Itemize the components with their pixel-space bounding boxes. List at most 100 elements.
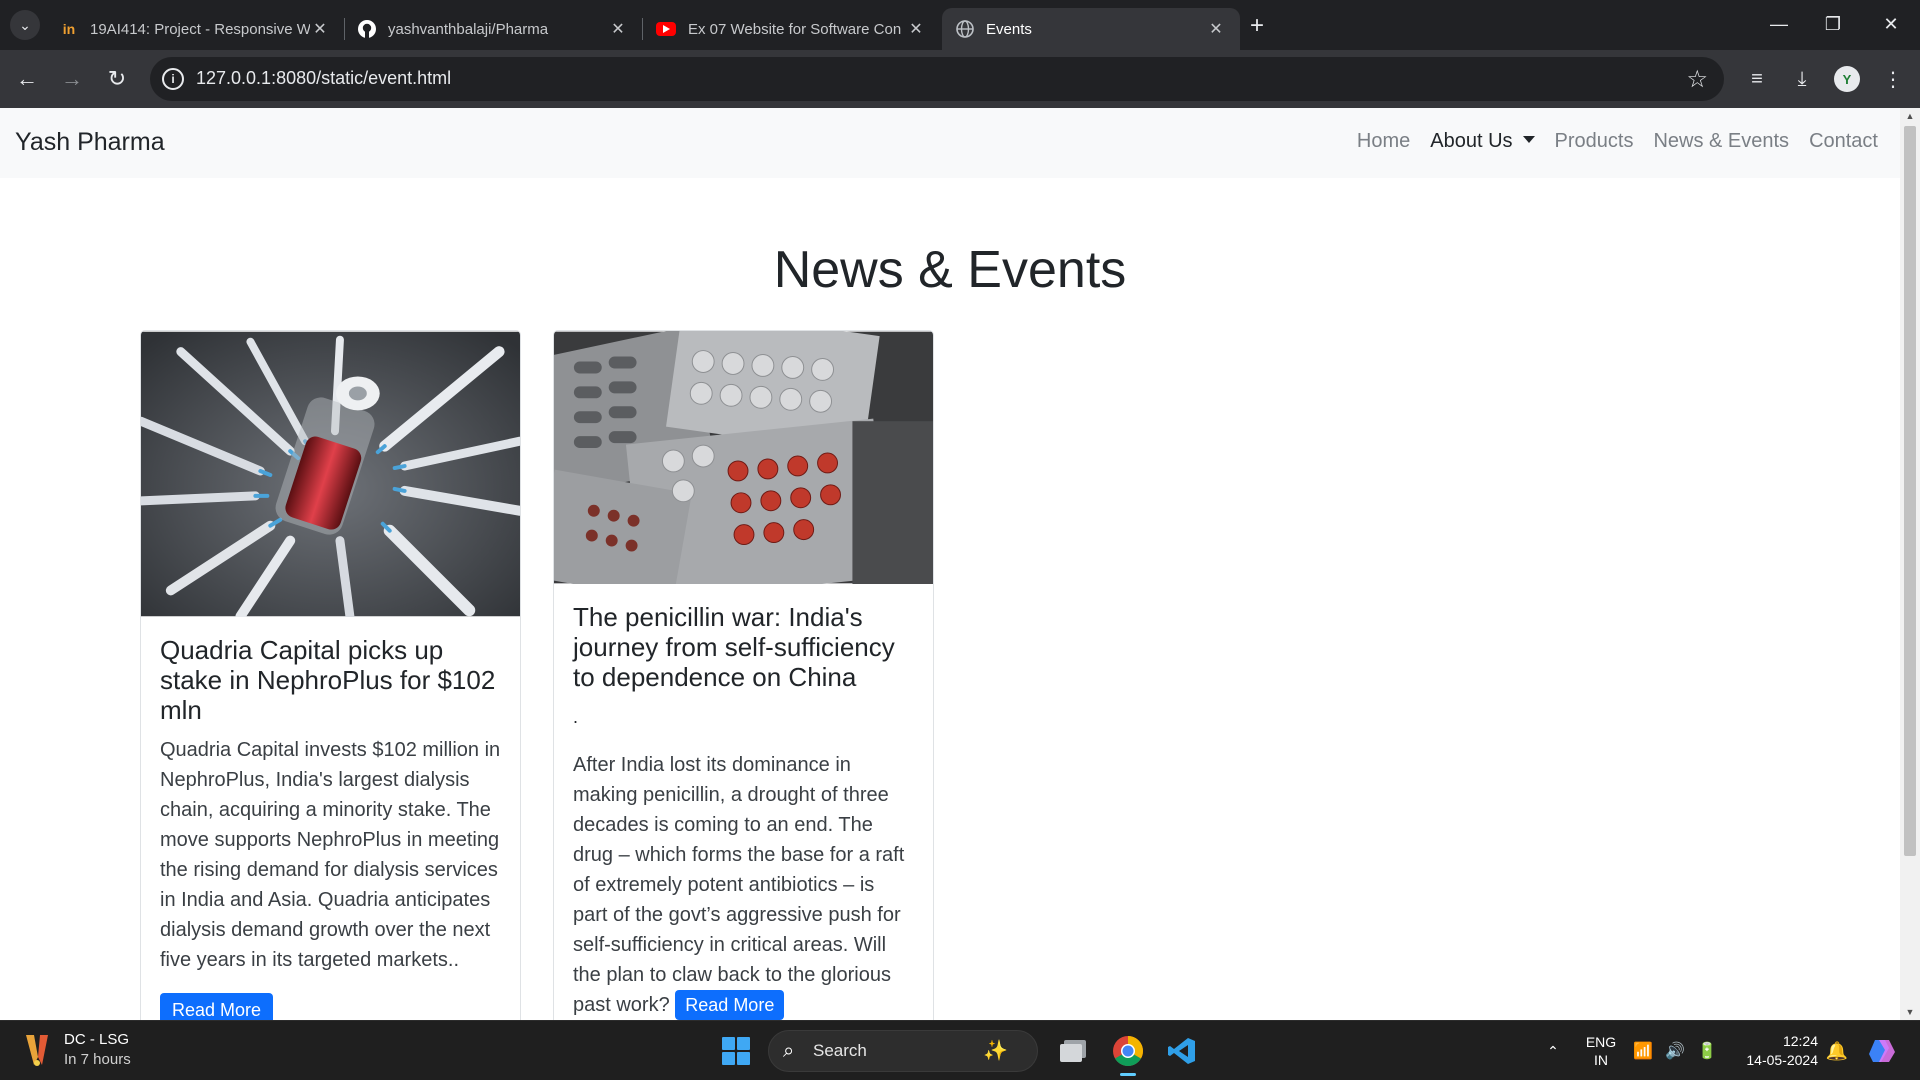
close-icon[interactable]: ✕ — [310, 19, 330, 39]
chrome-icon — [1113, 1036, 1144, 1067]
tab-title: 19AI414: Project - Responsive W — [90, 20, 310, 38]
language-indicator[interactable]: ENG IN — [1578, 1021, 1624, 1080]
widget-title: DC - LSG — [64, 1031, 130, 1048]
address-bar[interactable]: i 127.0.0.1:8080/static/event.html ☆ — [150, 57, 1724, 101]
reload-icon: ↻ — [107, 66, 127, 91]
media-controls-button[interactable]: ≡ — [1742, 64, 1772, 94]
chrome-taskbar-button[interactable] — [1108, 1031, 1148, 1076]
widget-subtitle: In 7 hours — [64, 1051, 131, 1068]
card-text: After India lost its dominance in making… — [573, 750, 914, 1020]
card-body: Quadria Capital picks up stake in Nephro… — [141, 617, 520, 1020]
read-more-button[interactable]: Read More — [675, 990, 785, 1020]
restore-icon: ❐ — [1824, 13, 1842, 34]
search-highlight-icon: ✨ — [983, 1040, 1008, 1062]
news-card-1: Quadria Capital picks up stake in Nephro… — [140, 330, 521, 1020]
tab-search-button[interactable]: ⌄ — [10, 10, 40, 40]
browser-tab-4[interactable]: Events ✕ — [942, 8, 1240, 50]
nav-home[interactable]: Home — [1357, 130, 1410, 153]
copilot-button[interactable] — [1862, 1021, 1902, 1080]
browser-toolbar: ← → ↻ i 127.0.0.1:8080/static/event.html… — [0, 50, 1920, 108]
nav-about-us[interactable]: About Us — [1430, 130, 1535, 153]
youtube-icon — [656, 22, 676, 36]
caret-down-icon — [1522, 136, 1535, 143]
back-button[interactable]: ← — [12, 64, 42, 94]
site-brand[interactable]: Yash Pharma — [15, 128, 165, 157]
clock-date: 14-05-2024 — [1746, 1052, 1818, 1068]
downloads-button[interactable]: ⤓ — [1787, 64, 1817, 94]
vscode-icon — [1168, 1038, 1195, 1064]
show-hidden-icons-button[interactable]: ⌃ — [1536, 1021, 1570, 1080]
language-code: ENG — [1585, 1034, 1617, 1050]
notification-bell-icon[interactable]: 🔔 — [1822, 1021, 1852, 1080]
card-title: Quadria Capital picks up stake in Nephro… — [160, 635, 496, 725]
site-info-icon[interactable]: i — [162, 68, 184, 90]
card-body: The penicillin war: India's journey from… — [554, 584, 933, 1020]
browser-tab-3[interactable]: Ex 07 Website for Software Con ✕ — [642, 8, 940, 50]
task-view-button[interactable] — [1053, 1031, 1093, 1071]
card-text: Quadria Capital invests $102 million in … — [160, 739, 501, 971]
tab-title: yashvanthbalaji/Pharma — [388, 20, 549, 38]
card-text-content: After India lost its dominance in making… — [573, 754, 905, 1016]
close-icon: ✕ — [1883, 13, 1899, 34]
card-separator-dot: . — [573, 707, 579, 727]
tab-title: Events — [986, 20, 1032, 38]
browser-tab-2[interactable]: yashvanthbalaji/Pharma ✕ — [344, 8, 642, 50]
scrollbar-thumb[interactable] — [1904, 126, 1916, 856]
close-icon[interactable]: ✕ — [1206, 19, 1226, 39]
minimize-icon: — — [1770, 13, 1788, 34]
battery-icon: 🔋 — [1696, 1043, 1717, 1060]
search-icon: ⌕ — [783, 1040, 795, 1062]
close-window-button[interactable]: ✕ — [1868, 8, 1914, 40]
page-scrollbar[interactable]: ▲ ▼ — [1900, 108, 1920, 1020]
syringes-vial-photo — [141, 331, 520, 617]
lines-logo-icon: in — [62, 21, 76, 37]
pill-blister-packs-photo — [554, 331, 933, 584]
minimize-button[interactable]: — — [1756, 8, 1802, 40]
tab-title: Ex 07 Website for Software Con — [688, 20, 902, 38]
card-title: The penicillin war: India's journey from… — [573, 602, 895, 692]
bookmark-star-icon[interactable]: ☆ — [1686, 65, 1708, 94]
chevron-down-icon: ⌄ — [19, 16, 31, 33]
page-title: News & Events — [773, 241, 1127, 299]
clock-time: 12:24 — [1782, 1033, 1818, 1049]
windows-start-icon[interactable] — [722, 1037, 750, 1065]
browser-tab-strip: ⌄ in 19AI414: Project - Responsive W ✕ y… — [0, 0, 1920, 50]
url-text[interactable]: 127.0.0.1:8080/static/event.html — [196, 68, 451, 89]
search-label: Search — [813, 1041, 867, 1060]
system-tray-status[interactable]: 📶 🔊 🔋 — [1632, 1021, 1718, 1080]
profile-button[interactable]: Y — [1832, 64, 1862, 94]
wifi-icon: 📶 — [1633, 1043, 1654, 1060]
reload-button[interactable]: ↻ — [102, 64, 132, 94]
chevron-up-icon: ⌃ — [1547, 1042, 1559, 1059]
kebab-menu-icon: ⋮ — [1883, 68, 1903, 91]
arrow-left-icon: ← — [16, 66, 38, 91]
news-card-2: The penicillin war: India's journey from… — [553, 330, 934, 1020]
taskbar-search[interactable]: ⌕ Search ✨ — [768, 1030, 1038, 1072]
copilot-icon — [1869, 1040, 1895, 1062]
new-tab-button[interactable]: + — [1243, 12, 1271, 40]
arrow-right-icon: → — [61, 66, 83, 91]
browser-tab-1[interactable]: in 19AI414: Project - Responsive W ✕ — [46, 8, 344, 50]
plus-icon: + — [1249, 12, 1264, 39]
close-icon[interactable]: ✕ — [608, 19, 628, 39]
nav-news-events[interactable]: News & Events — [1653, 130, 1789, 153]
globe-icon — [956, 20, 974, 38]
github-icon — [358, 20, 376, 38]
forward-button[interactable]: → — [57, 64, 87, 94]
web-page: Yash Pharma Home About Us Products News … — [0, 108, 1900, 1020]
scroll-down-icon[interactable]: ▼ — [1900, 1004, 1920, 1020]
vscode-taskbar-button[interactable] — [1162, 1031, 1202, 1071]
read-more-button[interactable]: Read More — [160, 993, 274, 1020]
browser-menu-button[interactable]: ⋮ — [1878, 64, 1908, 94]
download-icon: ⤓ — [1797, 67, 1807, 90]
nav-products[interactable]: Products — [1555, 130, 1634, 153]
restore-button[interactable]: ❐ — [1810, 8, 1856, 40]
scroll-up-icon[interactable]: ▲ — [1900, 108, 1920, 124]
nav-links: Home About Us Products News & Events Con… — [1357, 130, 1878, 153]
clock[interactable]: 12:24 14-05-2024 — [1726, 1021, 1818, 1080]
close-icon[interactable]: ✕ — [906, 19, 926, 39]
region-code: IN — [1594, 1052, 1608, 1068]
nav-about-us-label: About Us — [1430, 130, 1513, 152]
nav-contact[interactable]: Contact — [1809, 130, 1878, 153]
windows-taskbar: DC - LSG In 7 hours ⌕ Search ✨ ⌃ ENG IN … — [0, 1020, 1920, 1080]
